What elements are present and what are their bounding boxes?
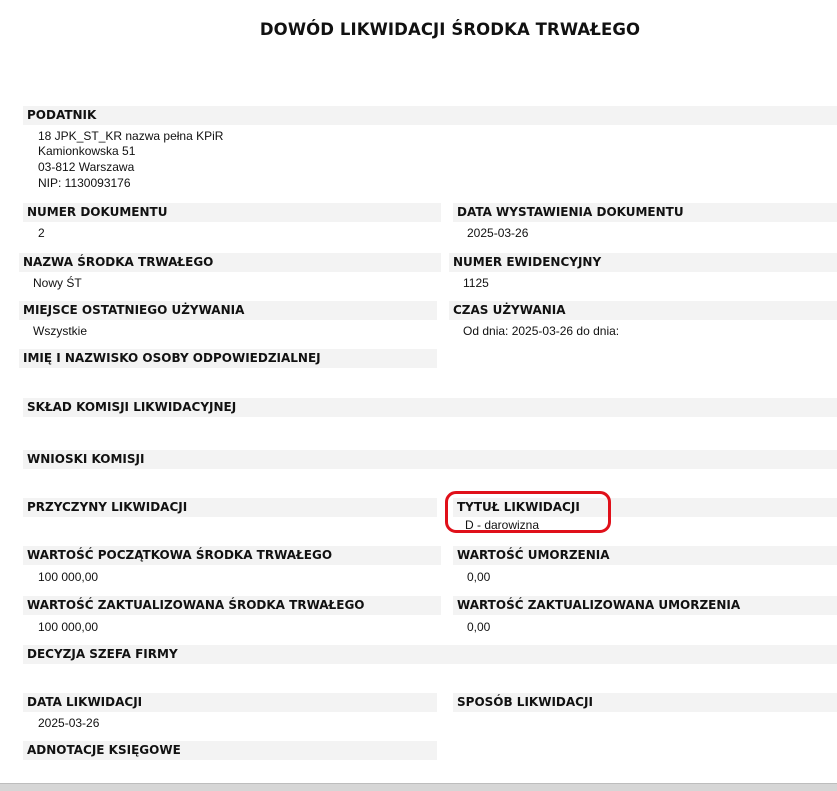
asset-name-value: Nowy ŚT [33, 276, 82, 290]
page-title: DOWÓD LIKWIDACJI ŚRODKA TRWAŁEGO [259, 20, 641, 39]
asset-name-header: NAZWA ŚRODKA TRWAŁEGO [19, 253, 441, 272]
liquidation-date-value: 2025-03-26 [38, 716, 100, 730]
updated-depreciation-value: 0,00 [467, 620, 491, 634]
liquidation-date-header: DATA LIKWIDACJI [23, 693, 437, 712]
usage-time-value: Od dnia: 2025-03-26 do dnia: [463, 324, 620, 338]
last-use-place-header: MIEJSCE OSTATNIEGO UŻYWANIA [19, 301, 437, 320]
issue-date-value: 2025-03-26 [467, 226, 529, 240]
usage-time-header: CZAS UŻYWANIA [449, 301, 837, 320]
doc-number-value: 2 [38, 226, 45, 240]
taxpayer-name: 18 JPK_ST_KR nazwa pełna KPiR [38, 129, 224, 143]
inventory-number-header: NUMER EWIDENCYJNY [449, 253, 837, 272]
liquidation-method-header: SPOSÓB LIKWIDACJI [453, 693, 837, 712]
taxpayer-header: PODATNIK [23, 106, 837, 125]
liquidation-reasons-header: PRZYCZYNY LIKWIDACJI [23, 498, 437, 517]
doc-number-header: NUMER DOKUMENTU [23, 203, 441, 222]
inventory-number-value: 1125 [463, 276, 489, 290]
commission-conclusions-header: WNIOSKI KOMISJI [23, 450, 837, 469]
updated-value: 100 000,00 [38, 620, 99, 634]
updated-depreciation-header: WARTOŚĆ ZAKTUALIZOWANA UMORZENIA [453, 596, 837, 615]
initial-value: 100 000,00 [38, 570, 99, 584]
responsible-person-header: IMIĘ I NAZWISKO OSOBY ODPOWIEDZIALNEJ [19, 349, 437, 368]
last-use-place-value: Wszystkie [33, 324, 87, 338]
updated-value-header: WARTOŚĆ ZAKTUALIZOWANA ŚRODKA TRWAŁEGO [23, 596, 441, 615]
ceo-decision-header: DECYZJA SZEFA FIRMY [23, 645, 837, 664]
commission-header: SKŁAD KOMISJI LIKWIDACYJNEJ [23, 398, 837, 417]
depreciation-header: WARTOŚĆ UMORZENIA [453, 546, 837, 565]
taxpayer-city: 03-812 Warszawa [38, 160, 135, 174]
taxpayer-nip: NIP: 1130093176 [38, 176, 131, 190]
depreciation-value: 0,00 [467, 570, 491, 584]
initial-value-header: WARTOŚĆ POCZĄTKOWA ŚRODKA TRWAŁEGO [23, 546, 441, 565]
highlight-ring [445, 491, 611, 533]
issue-date-header: DATA WYSTAWIENIA DOKUMENTU [453, 203, 837, 222]
accounting-notes-header: ADNOTACJE KSIĘGOWE [23, 741, 437, 760]
taxpayer-street: Kamionkowska 51 [38, 144, 136, 158]
